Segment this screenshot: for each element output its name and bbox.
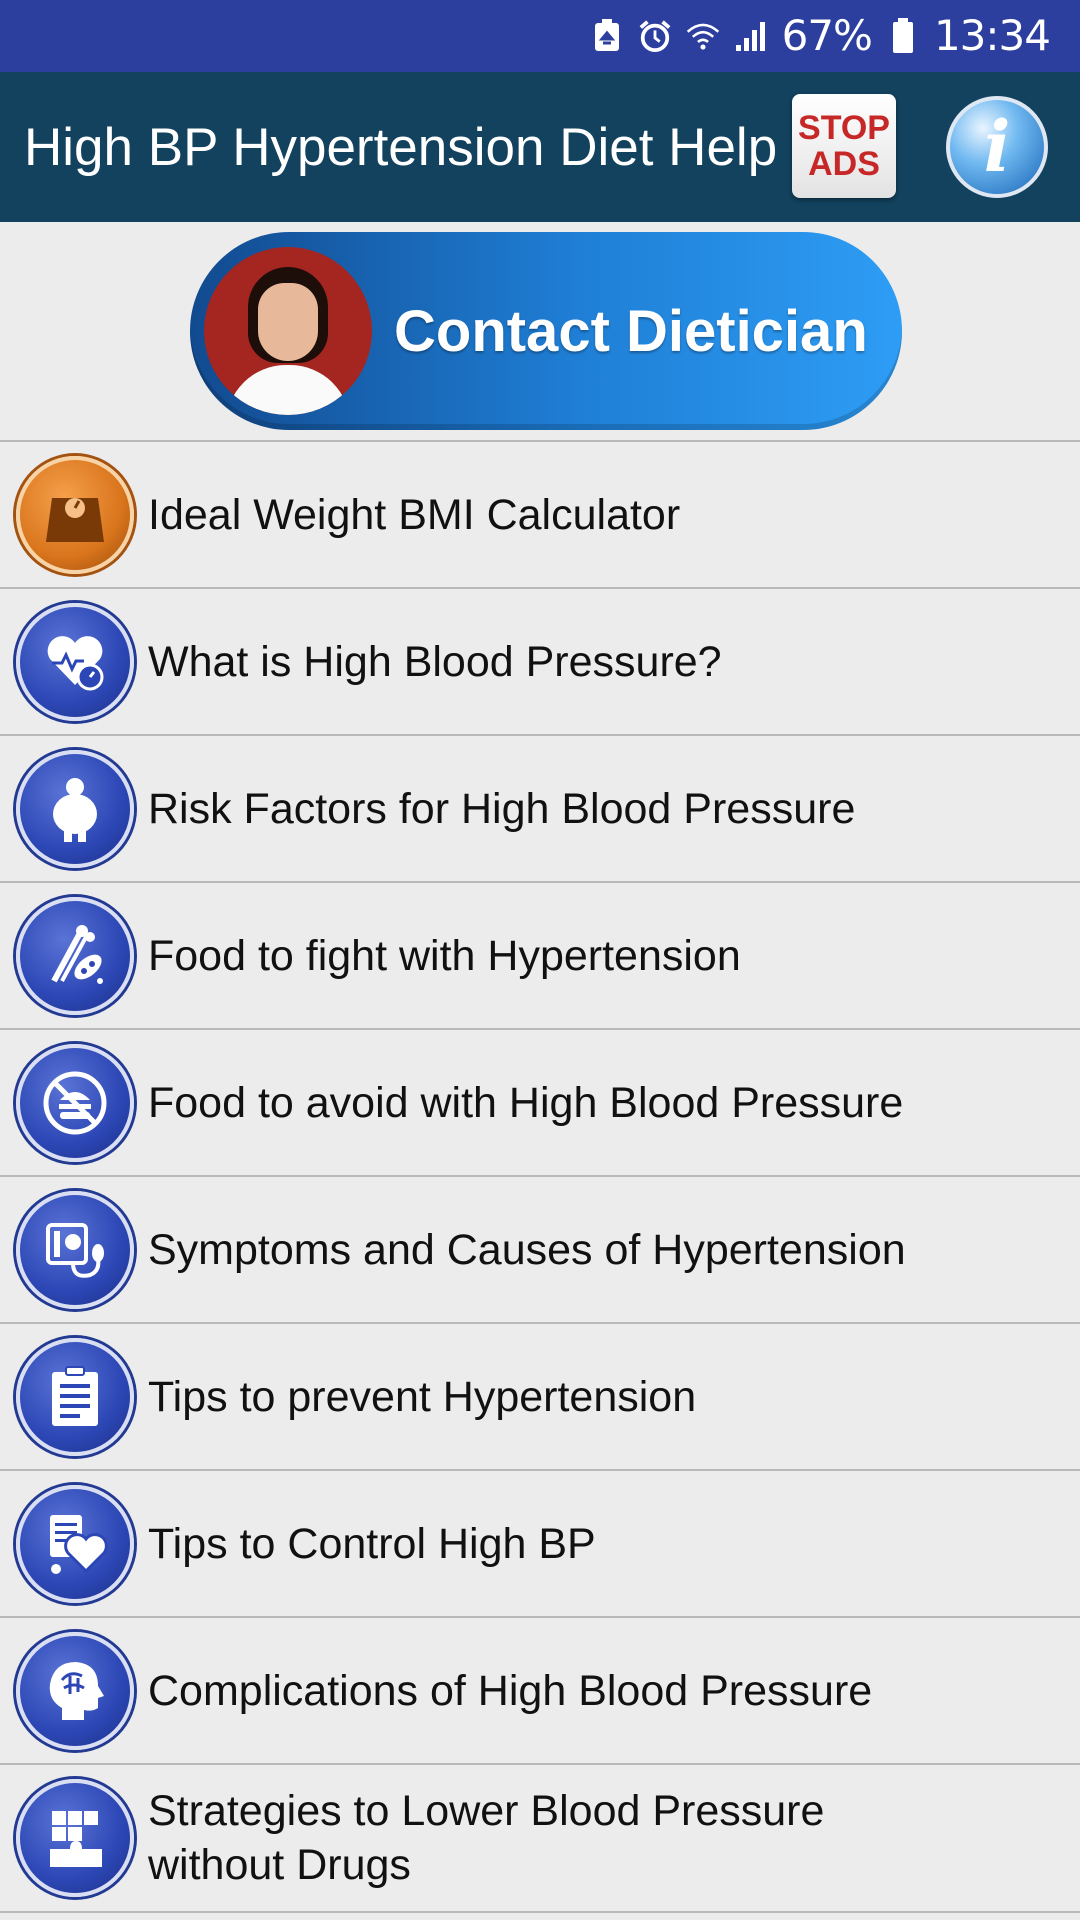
info-button[interactable]: i (946, 96, 1048, 198)
menu-list: Ideal Weight BMI Calculator What is High… (0, 442, 1080, 1913)
menu-item-tips-prevent[interactable]: Tips to prevent Hypertension (0, 1324, 1080, 1471)
menu-item-food-to-avoid[interactable]: Food to avoid with High Blood Pressure (0, 1030, 1080, 1177)
brain-head-icon (16, 1631, 134, 1750)
weighing-scale-icon (16, 455, 134, 574)
menu-item-label-line2: without Drugs (148, 1841, 411, 1889)
strategy-puzzle-icon (16, 1779, 134, 1897)
heart-document-icon (16, 1484, 134, 1603)
app-title: High BP Hypertension Diet Help (24, 117, 778, 177)
menu-item-label: Food to avoid with High Blood Pressure (148, 1078, 904, 1127)
alarm-icon (638, 19, 672, 53)
stop-ads-line2: ADS (808, 145, 880, 183)
menu-item-label: Risk Factors for High Blood Pressure (148, 784, 856, 833)
contact-dietician-label: Contact Dietician (394, 298, 868, 364)
menu-item-label: Symptoms and Causes of Hypertension (148, 1225, 906, 1274)
info-icon: i (983, 105, 1011, 188)
menu-item-label: Food to fight with Hypertension (148, 931, 741, 980)
no-burger-icon (16, 1043, 134, 1162)
bp-monitor-icon (16, 1190, 134, 1309)
wifi-icon (686, 19, 720, 53)
menu-item-label: What is High Blood Pressure? (148, 637, 722, 686)
stop-ads-button[interactable]: STOP ADS (792, 94, 896, 198)
app-bar: High BP Hypertension Diet Help STOP ADS … (0, 72, 1080, 222)
menu-item-label-line1: Strategies to Lower Blood Pressure (148, 1787, 825, 1835)
menu-item-label: Ideal Weight BMI Calculator (148, 490, 681, 539)
menu-item-tips-control[interactable]: Tips to Control High BP (0, 1471, 1080, 1618)
banner-area: Contact Dietician (0, 222, 1080, 442)
dietician-avatar (204, 247, 372, 415)
status-bar: 67% 13:34 (0, 0, 1080, 72)
vegetables-icon (16, 896, 134, 1015)
battery-icon (886, 18, 920, 53)
storage-saver-icon (590, 19, 624, 53)
menu-item-label: Tips to Control High BP (148, 1519, 596, 1568)
menu-item-bmi-calculator[interactable]: Ideal Weight BMI Calculator (0, 442, 1080, 589)
clock: 13:34 (933, 11, 1051, 60)
obese-person-icon (16, 749, 134, 868)
menu-item-complications[interactable]: Complications of High Blood Pressure (0, 1618, 1080, 1765)
menu-item-what-is-high-bp[interactable]: What is High Blood Pressure? (0, 589, 1080, 736)
menu-item-strategies[interactable]: Strategies to Lower Blood Pressure witho… (0, 1765, 1080, 1913)
clipboard-icon (16, 1337, 134, 1456)
menu-item-symptoms-causes[interactable]: Symptoms and Causes of Hypertension (0, 1177, 1080, 1324)
stop-ads-line1: STOP (798, 109, 890, 147)
menu-item-label: Strategies to Lower Blood Pressure witho… (148, 1784, 824, 1892)
heart-gauge-icon (16, 602, 134, 721)
menu-item-food-to-fight[interactable]: Food to fight with Hypertension (0, 883, 1080, 1030)
menu-item-risk-factors[interactable]: Risk Factors for High Blood Pressure (0, 736, 1080, 883)
battery-percent: 67% (781, 11, 873, 60)
signal-icon (734, 19, 768, 53)
menu-item-label: Tips to prevent Hypertension (148, 1372, 697, 1421)
contact-dietician-button[interactable]: Contact Dietician (190, 232, 902, 430)
menu-item-label: Complications of High Blood Pressure (148, 1666, 873, 1715)
